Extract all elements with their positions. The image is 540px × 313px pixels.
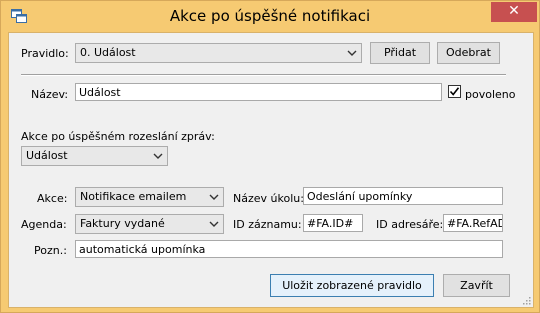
enabled-checkbox[interactable] xyxy=(448,85,461,98)
resize-grip-icon[interactable] xyxy=(521,295,531,305)
divider-highlight xyxy=(21,75,506,76)
action-after-select[interactable]: Událost xyxy=(21,146,168,166)
dialog-body: Pravidlo: 0. Událost Přidat Odebrat Náze… xyxy=(8,32,534,308)
close-window-button[interactable]: ✕ xyxy=(491,2,537,22)
agenda-label: Agenda: xyxy=(21,218,67,231)
add-rule-button[interactable]: Přidat xyxy=(370,42,430,64)
task-name-label: Název úkolu: xyxy=(233,192,304,205)
rule-name-field[interactable]: Událost xyxy=(75,83,442,101)
record-id-field[interactable]: #FA.ID# xyxy=(303,214,363,232)
rule-label: Pravidlo: xyxy=(21,47,69,60)
note-label: Pozn.: xyxy=(34,244,67,257)
task-name-field[interactable]: Odeslání upomínky xyxy=(303,187,503,205)
rule-select[interactable]: 0. Událost xyxy=(75,43,362,63)
action-after-select-value: Událost xyxy=(26,149,68,162)
chevron-down-icon xyxy=(347,50,357,56)
rule-select-value: 0. Událost xyxy=(80,46,136,59)
action-select-value: Notifikace emailem xyxy=(80,190,187,203)
name-label: Název: xyxy=(31,88,69,101)
chevron-down-icon xyxy=(209,221,219,227)
action-select[interactable]: Notifikace emailem xyxy=(75,187,224,207)
close-icon: ✕ xyxy=(508,3,520,19)
address-id-field[interactable]: #FA.RefAD xyxy=(443,214,503,232)
title-bar[interactable]: Akce po úspěšné notifikaci ✕ xyxy=(1,1,539,32)
action-label: Akce: xyxy=(37,192,68,205)
agenda-select[interactable]: Faktury vydané xyxy=(75,214,224,234)
agenda-select-value: Faktury vydané xyxy=(80,217,165,230)
address-id-label: ID adresáře: xyxy=(376,218,444,231)
chevron-down-icon xyxy=(153,153,163,159)
record-id-label: ID záznamu: xyxy=(233,218,302,231)
note-field[interactable]: automatická upomínka xyxy=(75,240,503,258)
action-after-label: Akce po úspěšném rozeslání zpráv: xyxy=(21,130,215,143)
window-title: Akce po úspěšné notifikaci xyxy=(169,7,371,25)
check-icon xyxy=(449,87,460,96)
remove-rule-button[interactable]: Odebrat xyxy=(437,42,500,64)
enabled-label: povoleno xyxy=(465,88,516,101)
chevron-down-icon xyxy=(209,194,219,200)
save-rule-button[interactable]: Uložit zobrazené pravidlo xyxy=(270,274,434,297)
app-window: Akce po úspěšné notifikaci ✕ Pravidlo: 0… xyxy=(0,0,540,313)
close-dialog-button[interactable]: Zavřít xyxy=(443,274,510,297)
